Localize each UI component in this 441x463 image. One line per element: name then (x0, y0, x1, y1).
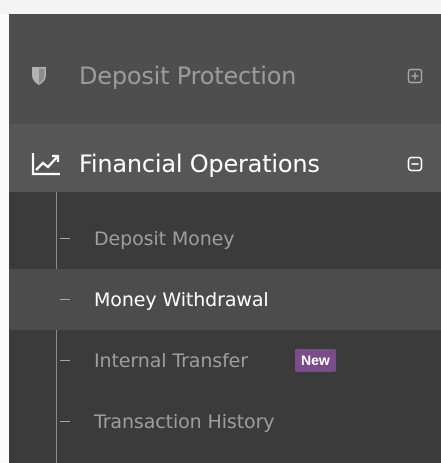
line-chart-icon (31, 152, 61, 176)
new-badge: New (295, 349, 336, 372)
submenu-financial-operations: Deposit Money Money Withdrawal Internal … (9, 192, 441, 463)
submenu-item-internal-transfer[interactable]: Internal Transfer New (9, 330, 441, 391)
tree-branch (60, 299, 70, 300)
submenu-item-money-withdrawal[interactable]: Money Withdrawal (9, 269, 441, 330)
menu-item-deposit-protection[interactable]: Deposit Protection (9, 45, 441, 106)
tree-branch (60, 238, 70, 239)
submenu-item-transaction-history[interactable]: Transaction History (9, 391, 441, 452)
menu-label-financial-operations: Financial Operations (79, 150, 320, 178)
submenu-item-deposit-money[interactable]: Deposit Money (9, 208, 441, 269)
top-strip (0, 0, 441, 14)
shield-icon (31, 66, 47, 86)
sidebar-menu: Deposit Protection Financial Operations (9, 14, 441, 463)
tree-branch (60, 360, 70, 361)
submenu-label: Deposit Money (94, 227, 235, 250)
submenu-label: Internal Transfer (94, 349, 248, 372)
tree-branch (60, 421, 70, 422)
submenu-label: Transaction History (94, 410, 275, 433)
collapse-minus-icon[interactable] (407, 156, 423, 172)
expand-plus-icon[interactable] (407, 68, 423, 84)
menu-label-deposit-protection: Deposit Protection (79, 61, 297, 90)
submenu-label: Money Withdrawal (94, 288, 269, 311)
